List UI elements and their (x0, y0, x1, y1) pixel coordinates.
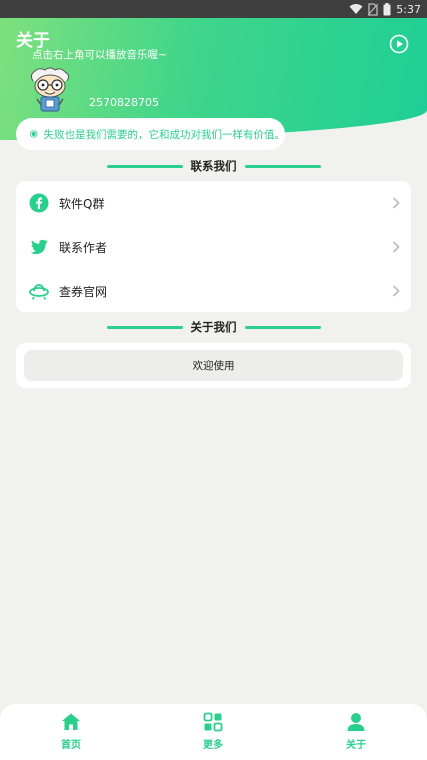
list-item-qq-group[interactable]: 软件Q群 (16, 181, 411, 225)
list-item-contact-author[interactable]: 联系作者 (16, 225, 411, 269)
apps-icon (203, 712, 223, 732)
tab-label: 关于 (346, 740, 366, 751)
tab-label: 首页 (61, 740, 81, 751)
chevron-right-icon (392, 197, 400, 209)
list-item-label: 联系作者 (59, 241, 108, 255)
divider (244, 325, 321, 329)
about-section-title: 关于我们 (190, 320, 237, 334)
list-item-coupon-site[interactable]: 查券官网 (16, 269, 411, 313)
no-sim-icon (368, 2, 379, 16)
twitter-icon (30, 239, 48, 255)
ufo-icon (29, 284, 49, 300)
page-subtitle: 点击右上角可以播放音乐喔~ (32, 49, 167, 61)
tab-about[interactable]: 关于 (326, 712, 386, 751)
status-icons: 5:37 (349, 1, 421, 17)
list-item-label: 软件Q群 (59, 197, 105, 211)
motto-text: 失败也是我们需要的，它和成功对我们一样有价值。 (43, 128, 286, 141)
about-card: 欢迎使用 (16, 343, 411, 388)
bottom-tab-bar: 首页 更多 关于 (0, 704, 427, 760)
tab-home[interactable]: 首页 (41, 712, 101, 751)
play-circle-icon[interactable] (389, 34, 409, 54)
welcome-button[interactable]: 欢迎使用 (24, 350, 403, 381)
tab-more[interactable]: 更多 (183, 712, 243, 751)
facebook-icon (29, 193, 49, 213)
divider (244, 164, 321, 168)
contact-section-heading: 联系我们 (104, 159, 323, 173)
about-section-heading: 关于我们 (104, 320, 323, 334)
motto-banner: 失败也是我们需要的，它和成功对我们一样有价值。 (16, 118, 285, 150)
status-bar: 5:37 (0, 0, 427, 18)
person-icon (347, 713, 365, 731)
avatar[interactable] (27, 67, 73, 113)
chevron-right-icon (392, 285, 400, 297)
contact-section-title: 联系我们 (190, 159, 237, 173)
home-icon (62, 713, 80, 730)
divider (106, 164, 183, 168)
battery-icon (383, 2, 391, 15)
tab-label: 更多 (203, 740, 223, 751)
wifi-icon (349, 4, 363, 14)
list-item-label: 查券官网 (59, 285, 108, 299)
user-id: 2570828705 (89, 96, 159, 109)
contact-card: 软件Q群 联系作者 查券官网 (16, 181, 411, 312)
chevron-right-icon (392, 241, 400, 253)
status-time: 5:37 (396, 2, 421, 16)
divider (106, 325, 183, 329)
motto-dot-icon (30, 130, 38, 138)
